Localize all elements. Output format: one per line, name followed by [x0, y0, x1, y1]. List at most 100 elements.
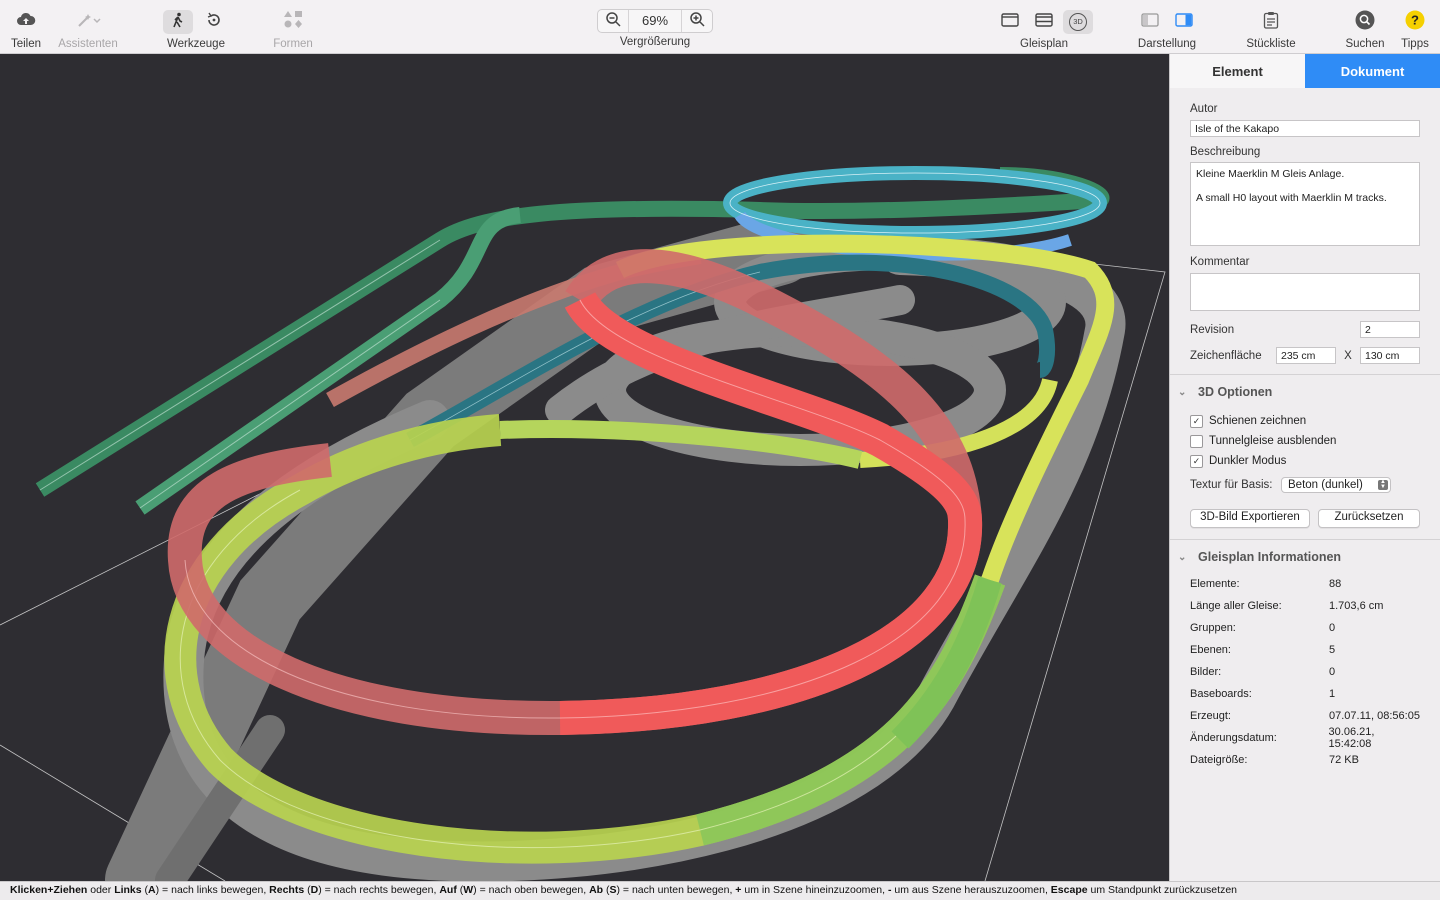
zoom-in-button[interactable] [682, 10, 712, 32]
trackplan-group: 3D Gleisplan [994, 8, 1094, 50]
reset-button[interactable]: Zurücksetzen [1317, 509, 1420, 528]
view-label: Darstellung [1137, 38, 1197, 50]
window-view-button[interactable] [995, 10, 1025, 34]
description-line-2: A small H0 layout with Maerklin M tracks… [1196, 192, 1387, 204]
options3d-header[interactable]: ⌄ 3D Optionen [1170, 381, 1440, 403]
cloud-upload-icon[interactable] [16, 12, 36, 33]
info-row: Änderungsdatum: 30.06.21, 15:42:08 [1190, 726, 1375, 750]
share-label: Teilen [10, 38, 42, 50]
info-row: Elemente: 88 [1190, 578, 1342, 590]
tips-group[interactable]: ? Tipps [1396, 8, 1434, 50]
info-row: Bilder: 0 [1190, 666, 1336, 678]
chevron-down-icon: ⌄ [1178, 386, 1187, 398]
inspector-panel: Element Dokument Autor Isle of the Kakap… [1169, 54, 1440, 881]
view-group: Darstellung [1134, 8, 1200, 50]
description-field[interactable]: Kleine Maerklin M Gleis Anlage. A small … [1190, 162, 1420, 246]
help-icon[interactable]: ? [1405, 10, 1425, 35]
trackplan-info-title: Gleisplan Informationen [1198, 550, 1342, 564]
tools-label: Werkzeuge [167, 38, 225, 50]
left-sidebar-toggle[interactable] [1135, 10, 1165, 34]
search-group[interactable]: Suchen [1342, 8, 1388, 50]
texture-select-value: Beton (dunkel) [1288, 479, 1363, 491]
partslist-group[interactable]: Stückliste [1240, 8, 1302, 50]
draw-rails-checkbox[interactable]: ✓ Schienen zeichnen [1190, 411, 1420, 431]
chevron-down-icon: ⌄ [1178, 551, 1187, 563]
status-bar: Klicken+Ziehen oder Links (A) = nach lin… [0, 881, 1440, 900]
search-label: Suchen [1345, 38, 1385, 50]
window-icon [1001, 12, 1019, 32]
shapes-icon[interactable] [282, 10, 304, 35]
toolbar: Teilen Assistenten Werkzeuge Formen 69% … [0, 0, 1440, 54]
canvas-height-field[interactable]: 130 cm [1360, 347, 1420, 364]
author-label: Autor [1190, 103, 1218, 115]
hide-tunnels-checkbox[interactable]: Tunnelgleise ausblenden [1190, 431, 1420, 451]
3d-view-button[interactable]: 3D [1063, 10, 1093, 34]
shapes-group[interactable]: Formen [268, 8, 318, 50]
3d-viewport[interactable] [0, 54, 1169, 881]
checkbox-checked-icon: ✓ [1190, 454, 1203, 468]
trackplan-info-list: Elemente: 88 Länge aller Gleise: 1.703,6 c… [1170, 573, 1440, 771]
dark-mode-label: Dunkler Modus [1209, 455, 1287, 467]
description-line-1: Kleine Maerklin M Gleis Anlage. [1196, 168, 1345, 180]
assistants-group[interactable]: Assistenten [54, 8, 122, 50]
rotate-tool-button[interactable] [199, 10, 229, 34]
info-row: Gruppen: 0 [1190, 622, 1336, 634]
dark-mode-checkbox[interactable]: ✓ Dunkler Modus [1190, 451, 1420, 471]
right-sidebar-toggle[interactable] [1169, 10, 1199, 34]
rotate-icon [206, 12, 222, 33]
walk-tool-button[interactable] [163, 10, 193, 34]
revision-field[interactable]: 2 [1360, 321, 1420, 338]
checkbox-empty-icon [1190, 434, 1203, 448]
description-label: Beschreibung [1190, 146, 1261, 158]
revision-label: Revision [1190, 323, 1235, 336]
zoom-group: 69% Vergrößerung [596, 8, 714, 48]
canvas-width-field[interactable]: 235 cm [1276, 347, 1336, 364]
canvas-size-separator: X [1344, 349, 1352, 362]
texture-select[interactable]: Beton (dunkel) ▲ ▼ [1281, 477, 1391, 493]
clipboard-list-icon[interactable] [1263, 11, 1279, 34]
tips-label: Tipps [1401, 38, 1429, 50]
sidebar-left-icon [1141, 12, 1159, 32]
texture-label: Textur für Basis: [1190, 479, 1273, 491]
track-layout-3d-scene [0, 166, 1166, 881]
info-row: Dateigröße: 72 KB [1190, 754, 1359, 766]
stepper-arrows-icon: ▲ ▼ [1378, 479, 1388, 490]
zoom-control: 69% [597, 9, 713, 33]
info-row: Baseboards: 1 [1190, 688, 1336, 700]
split-view-button[interactable] [1029, 10, 1059, 34]
zoom-out-button[interactable] [598, 10, 628, 32]
partslist-label: Stückliste [1246, 38, 1296, 50]
assistants-label: Assistenten [58, 38, 118, 50]
inspector-tabs: Element Dokument [1170, 54, 1440, 88]
shapes-label: Formen [273, 38, 313, 50]
comment-label: Kommentar [1190, 256, 1250, 268]
zoom-label: Vergrößerung [619, 36, 691, 48]
zoom-value[interactable]: 69% [628, 10, 682, 32]
walking-person-icon [171, 12, 185, 33]
comment-field[interactable] [1190, 273, 1420, 311]
tab-document[interactable]: Dokument [1305, 54, 1440, 88]
sidebar-right-icon [1175, 12, 1193, 32]
author-field[interactable]: Isle of the Kakapo [1190, 120, 1420, 137]
info-row: Länge aller Gleise: 1.703,6 cm [1190, 600, 1384, 612]
tab-element[interactable]: Element [1170, 54, 1305, 88]
magic-wand-icon[interactable] [75, 12, 101, 33]
canvas-size-label: Zeichenfläche [1190, 349, 1262, 362]
search-icon[interactable] [1355, 10, 1375, 35]
draw-rails-label: Schienen zeichnen [1209, 415, 1307, 427]
share-group[interactable]: Teilen [6, 8, 46, 50]
3d-icon: 3D [1069, 13, 1087, 31]
info-row: Erzeugt: 07.07.11, 08:56:05 [1190, 710, 1420, 722]
tools-group: Werkzeuge [160, 8, 232, 50]
hide-tunnels-label: Tunnelgleise ausblenden [1209, 435, 1337, 447]
info-row: Ebenen: 5 [1190, 644, 1336, 656]
trackplan-label: Gleisplan [1020, 38, 1068, 50]
options3d-title: 3D Optionen [1198, 385, 1273, 399]
split-window-icon [1035, 12, 1053, 32]
export-3d-button[interactable]: 3D-Bild Exportieren [1190, 509, 1310, 528]
zoom-out-icon [605, 11, 621, 32]
trackplan-info-header[interactable]: ⌄ Gleisplan Informationen [1170, 546, 1440, 568]
svg-text:?: ? [1411, 12, 1419, 27]
checkbox-checked-icon: ✓ [1190, 414, 1203, 428]
zoom-in-icon [689, 11, 705, 32]
